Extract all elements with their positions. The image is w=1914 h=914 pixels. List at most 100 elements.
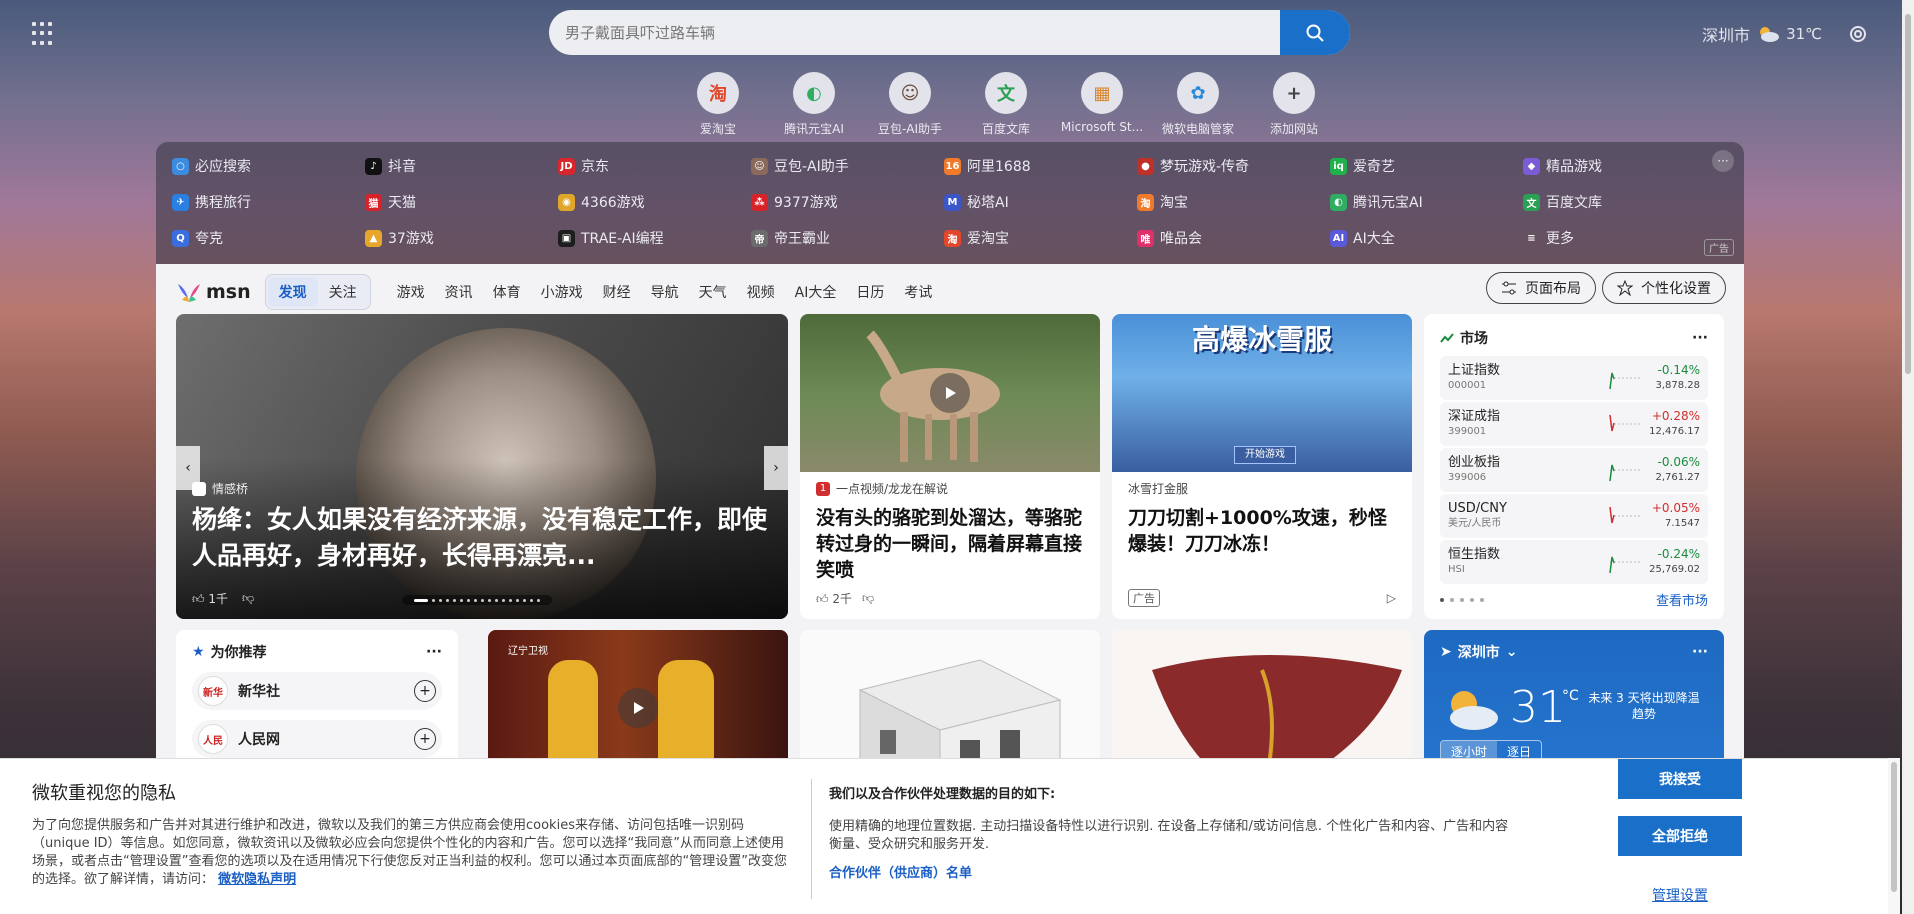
market-row[interactable]: USD/CNY 美元/人民币 +0.05% 7.1547 [1440,494,1708,538]
quick-link[interactable]: ◐ 腾讯元宝AI [766,72,862,137]
nav-link[interactable]: Q 夸克 [172,228,365,248]
quick-link[interactable]: ☺ 豆包-AI助手 [862,72,958,137]
quick-link[interactable]: ✿ 微软电脑管家 [1150,72,1246,137]
nav-link[interactable]: JD 京东 [558,156,751,176]
category-tab[interactable]: AI大全 [785,282,847,302]
partners-link[interactable]: 合作伙伴（供应商）名单 [829,862,1519,881]
nav-link[interactable]: ⁂ 9377游戏 [751,192,944,212]
weather-card-forecast[interactable]: 未来 3 天将出现降温趋势 [1584,690,1704,722]
hero-title[interactable]: 杨绛：女人如果没有经济来源，没有稳定工作，即使人品再好，身材再好，长得再漂亮..… [192,502,772,574]
market-row[interactable]: 创业板指 399006 -0.06% 2,761.27 [1440,448,1708,492]
nav-link-label: 豆包-AI助手 [774,159,849,175]
category-tab[interactable]: 考试 [894,282,942,302]
nav-link[interactable]: 淘 爱淘宝 [944,228,1137,248]
dislike-icon[interactable]: 👎︎ [242,591,254,606]
search-input[interactable] [549,10,1279,55]
nav-link[interactable]: ✈ 携程旅行 [172,192,365,212]
more-options-icon[interactable]: ··· [1712,150,1734,172]
nav-link[interactable]: 淘 淘宝 [1137,192,1330,212]
nav-link[interactable]: ◉ 4366游戏 [558,192,751,212]
nav-link[interactable]: ◐ 腾讯元宝AI [1330,192,1523,212]
market-widget: 市场 ··· 上证指数 000001 -0.14% 3,878.28 深证成指 3990… [1424,314,1724,619]
nav-link[interactable]: ○ 必应搜索 [172,156,365,176]
market-row[interactable]: 深证成指 399001 +0.28% 12,476.17 [1440,402,1708,446]
play-icon[interactable] [930,373,970,413]
play-icon[interactable] [618,688,658,728]
tab-following[interactable]: 关注 [318,277,368,307]
more-options-icon[interactable]: ··· [1692,644,1708,660]
nav-link[interactable]: M 秘塔AI [944,192,1137,212]
category-tab[interactable]: 游戏 [387,282,435,302]
page-scrollbar[interactable] [1902,0,1914,914]
privacy-scrollbar[interactable] [1888,758,1900,914]
market-row[interactable]: 恒生指数 HSI -0.24% 25,769.02 [1440,540,1708,584]
dislike-icon[interactable]: 👎︎ [862,591,874,606]
category-tab[interactable]: 财经 [593,282,641,302]
site-icon: ● [1137,157,1154,175]
tab-discover[interactable]: 发现 [267,277,318,307]
nav-link[interactable]: 文 百度文库 [1523,192,1716,212]
category-tab[interactable]: 小游戏 [531,282,593,302]
weather-widget[interactable]: 深圳市 31℃ [1702,22,1822,46]
nav-link-label: AI大全 [1353,231,1395,247]
nav-link-label: 更多 [1546,231,1574,247]
nav-link[interactable]: 帝 帝王霸业 [751,228,944,248]
quick-link[interactable]: 淘 爱淘宝 [670,72,766,137]
quick-link[interactable]: 文 百度文库 [958,72,1054,137]
publisher-row[interactable]: 新华 新华社 + [192,672,442,710]
privacy-policy-link[interactable]: 微软隐私声明 [218,872,296,887]
nav-link[interactable]: 唯 唯品会 [1137,228,1330,248]
banner-start-button[interactable]: 开始游戏 [1234,446,1296,464]
manage-settings-link[interactable]: 管理设置 [1618,885,1742,905]
next-arrow-icon[interactable]: › [764,446,788,490]
nav-link[interactable]: ♪ 抖音 [365,156,558,176]
category-tab[interactable]: 日历 [846,282,894,302]
nav-link[interactable]: ▲ 37游戏 [365,228,558,248]
nav-link[interactable]: AI AI大全 [1330,228,1523,248]
nav-link[interactable]: ☺ 豆包-AI助手 [751,156,944,176]
ad-card-game[interactable]: 高爆冰雪服 开始游戏 冰雪打金服 刀刀切割+1000%攻速，秒怪爆装！刀刀冰冻！… [1112,314,1412,619]
search-button[interactable] [1280,10,1350,55]
quick-link[interactable]: ▦ Microsoft St... [1054,72,1150,137]
category-tab[interactable]: 导航 [641,282,689,302]
reject-all-button[interactable]: 全部拒绝 [1618,816,1742,856]
like-button[interactable]: 👍︎ 1千 [192,590,228,607]
card-title[interactable]: 刀刀切割+1000%攻速，秒怪爆装！刀刀冰冻！ [1128,505,1396,557]
category-tab[interactable]: 天气 [689,282,737,302]
follow-plus-icon[interactable]: + [414,680,436,702]
nav-link[interactable]: ◆ 精品游戏 [1523,156,1716,176]
page-layout-button[interactable]: 页面布局 [1486,272,1596,304]
category-tab[interactable]: 视频 [737,282,785,302]
view-market-link[interactable]: 查看市场 [1656,590,1708,609]
quick-link[interactable]: + 添加网站 [1246,72,1342,137]
app-launcher-icon[interactable] [32,22,56,46]
chevron-down-icon[interactable]: ⌄ [1506,644,1518,660]
publisher-row[interactable]: 人民 人民网 + [192,720,442,758]
quick-link-icon: 文 [985,72,1027,114]
nav-link[interactable]: ● 梦玩游戏-传奇 [1137,156,1330,176]
nav-link[interactable]: 16 阿里1688 [944,156,1137,176]
card-title[interactable]: 没有头的骆驼到处溜达，等骆驼转过身的一瞬间，隔着屏幕直接笑喷 [816,505,1084,583]
more-options-icon[interactable]: ··· [1692,330,1708,346]
market-pager[interactable] [1440,597,1484,602]
like-button[interactable]: 👍︎ 2千 [816,590,852,607]
nav-link[interactable]: iq 爱奇艺 [1330,156,1523,176]
site-icon: 淘 [1137,193,1154,211]
category-tab[interactable]: 资讯 [435,282,483,302]
news-card-camel[interactable]: 1 一点视频/龙龙在解说 没有头的骆驼到处溜达，等骆驼转过身的一瞬间，隔着屏幕直… [800,314,1100,619]
follow-plus-icon[interactable]: + [414,728,436,750]
gear-icon[interactable] [1846,22,1870,46]
personalize-button[interactable]: 个性化设置 [1602,272,1726,304]
category-tab[interactable]: 体育 [483,282,531,302]
play-triangle-icon[interactable]: ▷ [1387,591,1396,605]
hero-card[interactable]: ‹ › 情感桥 杨绛：女人如果没有经济来源，没有稳定工作，即使人品再好，身材再好… [176,314,788,619]
market-row[interactable]: 上证指数 000001 -0.14% 3,878.28 [1440,356,1708,400]
nav-link[interactable]: ≡ 更多 [1523,228,1716,248]
more-options-icon[interactable]: ··· [426,644,442,660]
market-header: 市场 ··· [1440,328,1708,348]
nav-link[interactable]: 猫 天猫 [365,192,558,212]
carousel-indicator[interactable] [402,595,552,605]
nav-link[interactable]: ▣ TRAE-AI编程 [558,228,751,248]
accept-button[interactable]: 我接受 [1618,759,1742,799]
msn-logo[interactable]: msn [176,280,251,304]
